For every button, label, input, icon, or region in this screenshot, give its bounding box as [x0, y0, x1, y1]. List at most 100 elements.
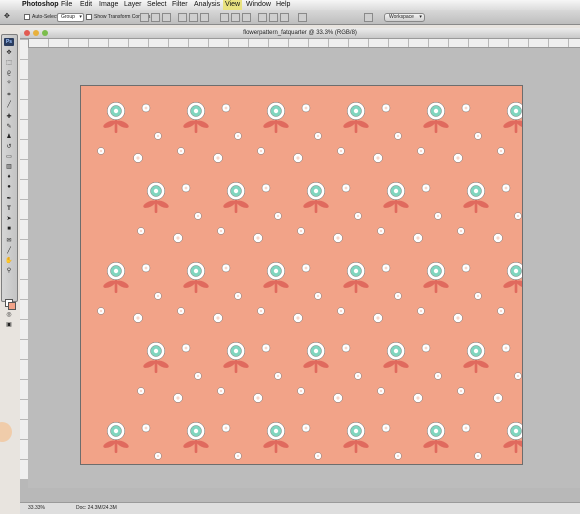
magic-wand-icon[interactable]: ✧	[5, 79, 13, 87]
align-middle-icon[interactable]	[151, 13, 160, 22]
small-flower	[293, 153, 303, 163]
small-flower	[493, 393, 503, 403]
healing-icon[interactable]: ✚	[5, 113, 13, 121]
big-flower	[463, 341, 489, 373]
big-flower	[263, 421, 289, 453]
notes-icon[interactable]: ✉	[5, 237, 13, 245]
menu-select[interactable]: Select	[147, 0, 166, 10]
zoom-level[interactable]: 33.33%	[28, 503, 45, 514]
path-select-icon[interactable]: ➤	[5, 215, 13, 223]
big-flower	[343, 261, 369, 293]
small-flower	[194, 372, 202, 380]
app-menu[interactable]: Photoshop	[22, 0, 59, 10]
small-flower	[301, 263, 311, 273]
small-flower	[474, 132, 482, 140]
minimize-icon[interactable]	[33, 30, 39, 36]
close-icon[interactable]	[24, 30, 30, 36]
distribute-bottom-icon[interactable]	[242, 13, 251, 22]
pasteboard[interactable]	[28, 48, 580, 488]
menu-layer[interactable]: Layer	[124, 0, 142, 10]
small-flower	[97, 147, 105, 155]
eraser-icon[interactable]: ▭	[5, 153, 13, 161]
eyedropper2-icon[interactable]: ╱	[5, 247, 13, 255]
blur-icon[interactable]: ♦	[5, 173, 13, 181]
small-flower	[297, 227, 305, 235]
small-flower	[137, 387, 145, 395]
crop-icon[interactable]: ⌗	[5, 91, 13, 99]
small-flower	[413, 233, 423, 243]
type-icon[interactable]: T	[5, 205, 13, 213]
ps-logo[interactable]: Ps	[4, 38, 14, 46]
distribute-center-icon[interactable]	[269, 13, 278, 22]
small-flower	[137, 227, 145, 235]
menu-filter[interactable]: Filter	[172, 0, 188, 10]
lasso-icon[interactable]: ϱ	[5, 69, 13, 77]
distribute-top-icon[interactable]	[220, 13, 229, 22]
small-flower	[221, 103, 231, 113]
small-flower	[497, 307, 505, 315]
auto-align-icon[interactable]	[298, 13, 307, 22]
small-flower	[394, 292, 402, 300]
small-flower	[234, 132, 242, 140]
align-right-icon[interactable]	[200, 13, 209, 22]
small-flower	[381, 423, 391, 433]
shape-icon[interactable]: ■	[5, 225, 13, 233]
align-left-icon[interactable]	[178, 13, 187, 22]
gradient-icon[interactable]: ▥	[5, 163, 13, 171]
align-bottom-icon[interactable]	[162, 13, 171, 22]
align-center-icon[interactable]	[189, 13, 198, 22]
big-flower	[343, 421, 369, 453]
menu-image[interactable]: Image	[99, 0, 118, 10]
move-tool-icon[interactable]: ✥	[4, 10, 10, 24]
small-flower	[461, 103, 471, 113]
history-brush-icon[interactable]: ↺	[5, 143, 13, 151]
menu-edit[interactable]: Edit	[80, 0, 92, 10]
zoom-icon[interactable]: ⚲	[5, 267, 13, 275]
small-flower	[381, 103, 391, 113]
menu-view[interactable]: View	[223, 0, 243, 10]
big-flower	[503, 261, 522, 293]
auto-select-dropdown[interactable]: Group	[57, 10, 84, 24]
small-flower	[341, 343, 351, 353]
clone-stamp-icon[interactable]: ♟	[5, 133, 13, 141]
align-top-icon[interactable]	[140, 13, 149, 22]
small-flower	[133, 313, 143, 323]
distribute-left-icon[interactable]	[258, 13, 267, 22]
screen-mode-icon[interactable]: ▣	[5, 321, 13, 329]
brush-icon[interactable]: ✎	[5, 123, 13, 131]
canvas[interactable]	[80, 85, 523, 465]
small-flower	[133, 153, 143, 163]
workspace-icon[interactable]	[364, 13, 373, 22]
small-flower	[314, 292, 322, 300]
desktop-decoration	[0, 422, 12, 442]
small-flower	[194, 212, 202, 220]
move-icon[interactable]: ✥	[5, 49, 13, 57]
big-flower	[343, 101, 369, 133]
menu-file[interactable]: File	[61, 0, 72, 10]
distribute-right-icon[interactable]	[280, 13, 289, 22]
dodge-icon[interactable]: ●	[5, 183, 13, 191]
hand-icon[interactable]: ✋	[5, 257, 13, 265]
big-flower	[503, 421, 522, 453]
menu-help[interactable]: Help	[276, 0, 290, 10]
background-color[interactable]	[8, 302, 16, 310]
menu-analysis[interactable]: Analysis	[194, 0, 220, 10]
flower-pattern	[97, 101, 522, 460]
big-flower	[183, 101, 209, 133]
small-flower	[234, 292, 242, 300]
quick-mask-icon[interactable]: ◎	[5, 311, 13, 319]
auto-select-checkbox[interactable]: Auto-Select:	[24, 10, 59, 24]
pen-icon[interactable]: ✒	[5, 195, 13, 203]
zoom-window-icon[interactable]	[42, 30, 48, 36]
workspace-menu[interactable]: Workspace	[384, 13, 425, 22]
menu-window[interactable]: Window	[246, 0, 271, 10]
horizontal-ruler[interactable]	[28, 39, 580, 48]
distribute-middle-icon[interactable]	[231, 13, 240, 22]
eyedropper-icon[interactable]: ╱	[5, 101, 13, 109]
small-flower	[453, 153, 463, 163]
doc-size[interactable]: Doc: 24.3M/24.3M	[76, 503, 117, 514]
document-window: flowerpattern_fatquarter @ 33.3% (RGB/8)…	[20, 28, 580, 514]
big-flower	[103, 261, 129, 293]
marquee-icon[interactable]: ⬚	[5, 59, 13, 67]
small-flower	[493, 233, 503, 243]
